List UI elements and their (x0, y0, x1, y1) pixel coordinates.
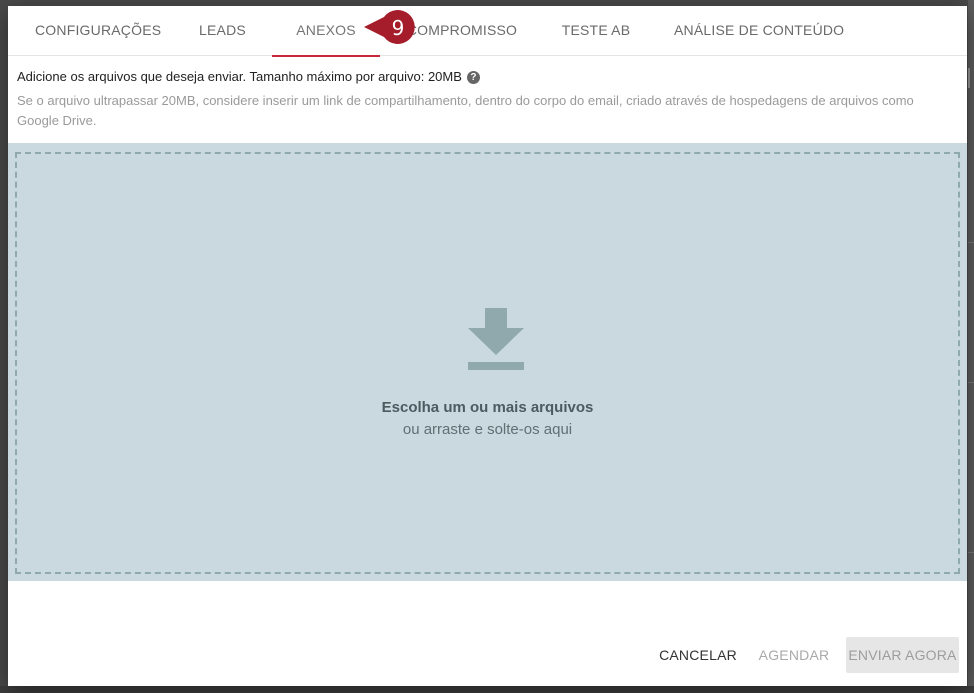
tab-teste-ab[interactable]: TESTE AB (556, 6, 636, 56)
tab-configuracoes[interactable]: CONFIGURAÇÕES (35, 6, 161, 56)
help-icon[interactable]: ? (466, 70, 480, 84)
attachment-info: Adicione os arquivos que deseja enviar. … (17, 68, 957, 131)
backdrop-bottom-edge (0, 686, 974, 693)
attachment-info-title-row: Adicione os arquivos que deseja enviar. … (17, 68, 957, 86)
tab-leads[interactable]: LEADS (192, 6, 253, 56)
backdrop-right-edge (968, 0, 974, 693)
schedule-button[interactable]: AGENDAR (756, 637, 832, 673)
tab-analise-de-conteudo[interactable]: ANÁLISE DE CONTEÚDO (674, 6, 844, 56)
backdrop-divider (968, 242, 974, 243)
attachment-info-title: Adicione os arquivos que deseja enviar. … (17, 69, 462, 84)
attachments-modal: CONFIGURAÇÕES LEADS ANEXOS COMPROMISSO T… (8, 6, 967, 686)
backdrop-glyph (968, 68, 974, 88)
attachment-info-subtitle: Se o arquivo ultrapassar 20MB, considere… (17, 93, 914, 128)
file-dropzone[interactable]: Escolha um ou mais arquivos ou arraste e… (15, 152, 960, 574)
dropzone-primary-text[interactable]: Escolha um ou mais arquivos (17, 399, 958, 416)
tab-bar: CONFIGURAÇÕES LEADS ANEXOS COMPROMISSO T… (8, 6, 967, 57)
cancel-button[interactable]: CANCELAR (656, 637, 740, 673)
download-icon (468, 308, 524, 370)
dropzone-area: Escolha um ou mais arquivos ou arraste e… (8, 143, 967, 581)
dropzone-secondary-text: ou arraste e solte-os aqui (402, 421, 573, 438)
step-marker-number: 9 (391, 16, 405, 40)
backdrop-divider (968, 552, 974, 553)
send-now-button[interactable]: ENVIAR AGORA (846, 637, 959, 673)
backdrop-divider (968, 382, 974, 383)
